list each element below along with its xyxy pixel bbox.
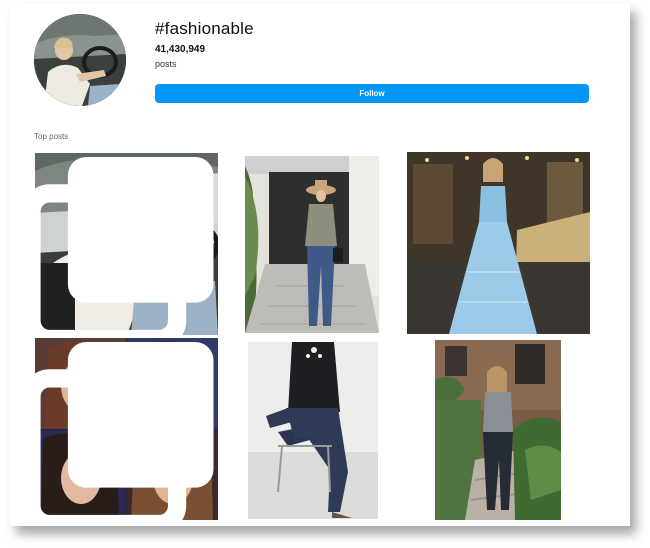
post-image-3 — [407, 152, 590, 334]
post-thumbnail-2[interactable] — [245, 156, 379, 333]
multiple-images-icon — [35, 342, 214, 520]
post-image-2 — [245, 156, 379, 333]
post-image-5 — [248, 342, 378, 519]
top-posts-grid — [10, 4, 630, 526]
post-thumbnail-3[interactable] — [407, 152, 590, 334]
post-thumbnail-5[interactable] — [248, 342, 378, 519]
multiple-images-icon — [35, 157, 214, 335]
instagram-hashtag-page: #fashionable 41,430,949 posts Follow Top… — [10, 4, 630, 526]
post-thumbnail-6[interactable] — [435, 340, 561, 520]
post-image-6 — [435, 340, 561, 520]
post-thumbnail-1[interactable] — [35, 153, 218, 335]
post-thumbnail-4[interactable] — [35, 338, 218, 520]
